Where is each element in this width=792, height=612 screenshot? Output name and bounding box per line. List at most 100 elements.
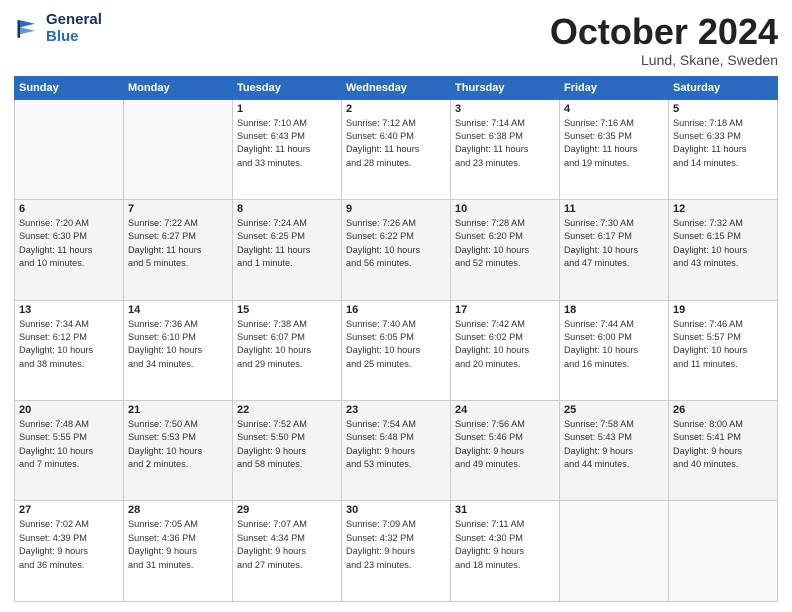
table-row: 25Sunrise: 7:58 AMSunset: 5:43 PMDayligh… xyxy=(560,401,669,501)
day-info: Sunrise: 7:44 AMSunset: 6:00 PMDaylight:… xyxy=(564,318,664,371)
logo-text: General Blue xyxy=(46,12,102,45)
calendar-week-0: 1Sunrise: 7:10 AMSunset: 6:43 PMDaylight… xyxy=(15,99,778,199)
calendar-week-3: 20 Sunrise: 7:48 AMSunset: 5:55 PMDayligh… xyxy=(15,401,778,501)
day-info: Sunrise: 7:34 AMSunset: 6:12 PMDaylight:… xyxy=(19,318,119,371)
day-number: 8 xyxy=(237,203,337,215)
table-row: 7Sunrise: 7:22 AMSunset: 6:27 PMDaylight… xyxy=(124,200,233,300)
table-row: 19 Sunrise: 7:46 AMSunset: 5:57 PMDayligh… xyxy=(669,300,778,400)
day-number: 19 xyxy=(673,304,773,316)
day-info: Sunrise: 7:10 AMSunset: 6:43 PMDaylight:… xyxy=(237,117,337,170)
day-info: Sunrise: 7:52 AMSunset: 5:50 PMDaylight:… xyxy=(237,418,337,471)
day-info: Sunrise: 7:32 AMSunset: 6:15 PMDaylight:… xyxy=(673,217,773,270)
table-row: 18 Sunrise: 7:44 AMSunset: 6:00 PMDayligh… xyxy=(560,300,669,400)
day-number: 30 xyxy=(346,504,446,516)
day-info: Sunrise: 7:20 AMSunset: 6:30 PMDaylight:… xyxy=(19,217,119,270)
day-number: 6 xyxy=(19,203,119,215)
day-info: Sunrise: 7:02 AMSunset: 4:39 PMDaylight:… xyxy=(19,518,119,571)
day-info: Sunrise: 7:11 AMSunset: 4:30 PMDaylight:… xyxy=(455,518,555,571)
table-row: 27 Sunrise: 7:02 AMSunset: 4:39 PMDayligh… xyxy=(15,501,124,602)
day-number: 11 xyxy=(564,203,664,215)
day-info: Sunrise: 7:26 AMSunset: 6:22 PMDaylight:… xyxy=(346,217,446,270)
table-row: 8 Sunrise: 7:24 AMSunset: 6:25 PMDaylight… xyxy=(233,200,342,300)
table-row: 1Sunrise: 7:10 AMSunset: 6:43 PMDaylight… xyxy=(233,99,342,199)
day-info: Sunrise: 7:48 AMSunset: 5:55 PMDaylight:… xyxy=(19,418,119,471)
subtitle: Lund, Skane, Sweden xyxy=(550,52,778,68)
day-info: Sunrise: 7:42 AMSunset: 6:02 PMDaylight:… xyxy=(455,318,555,371)
day-number: 20 xyxy=(19,404,119,416)
day-info: Sunrise: 7:22 AMSunset: 6:27 PMDaylight:… xyxy=(128,217,228,270)
calendar-week-1: 6 Sunrise: 7:20 AMSunset: 6:30 PMDaylight… xyxy=(15,200,778,300)
day-info: Sunrise: 7:38 AMSunset: 6:07 PMDaylight:… xyxy=(237,318,337,371)
table-row: 14Sunrise: 7:36 AMSunset: 6:10 PMDayligh… xyxy=(124,300,233,400)
day-info: Sunrise: 7:30 AMSunset: 6:17 PMDaylight:… xyxy=(564,217,664,270)
day-number: 5 xyxy=(673,103,773,115)
day-info: Sunrise: 7:16 AMSunset: 6:35 PMDaylight:… xyxy=(564,117,664,170)
day-number: 10 xyxy=(455,203,555,215)
calendar-header-row: Sunday Monday Tuesday Wednesday Thursday… xyxy=(15,76,778,99)
header: General Blue October 2024 Lund, Skane, S… xyxy=(14,12,778,68)
table-row xyxy=(124,99,233,199)
day-number: 16 xyxy=(346,304,446,316)
day-number: 29 xyxy=(237,504,337,516)
day-info: Sunrise: 7:05 AMSunset: 4:36 PMDaylight:… xyxy=(128,518,228,571)
table-row xyxy=(560,501,669,602)
day-number: 18 xyxy=(564,304,664,316)
col-saturday: Saturday xyxy=(669,76,778,99)
day-info: Sunrise: 7:54 AMSunset: 5:48 PMDaylight:… xyxy=(346,418,446,471)
table-row: 21Sunrise: 7:50 AMSunset: 5:53 PMDayligh… xyxy=(124,401,233,501)
table-row xyxy=(15,99,124,199)
day-number: 23 xyxy=(346,404,446,416)
table-row: 16 Sunrise: 7:40 AMSunset: 6:05 PMDayligh… xyxy=(342,300,451,400)
table-row: 30 Sunrise: 7:09 AMSunset: 4:32 PMDayligh… xyxy=(342,501,451,602)
month-title: October 2024 xyxy=(550,12,778,52)
day-number: 25 xyxy=(564,404,664,416)
col-thursday: Thursday xyxy=(451,76,560,99)
day-number: 28 xyxy=(128,504,228,516)
day-info: Sunrise: 7:28 AMSunset: 6:20 PMDaylight:… xyxy=(455,217,555,270)
day-number: 9 xyxy=(346,203,446,215)
day-number: 21 xyxy=(128,404,228,416)
day-info: Sunrise: 7:24 AMSunset: 6:25 PMDaylight:… xyxy=(237,217,337,270)
table-row: 6 Sunrise: 7:20 AMSunset: 6:30 PMDaylight… xyxy=(15,200,124,300)
day-number: 24 xyxy=(455,404,555,416)
table-row: 31 Sunrise: 7:11 AMSunset: 4:30 PMDayligh… xyxy=(451,501,560,602)
table-row: 22Sunrise: 7:52 AMSunset: 5:50 PMDayligh… xyxy=(233,401,342,501)
day-info: Sunrise: 7:09 AMSunset: 4:32 PMDaylight:… xyxy=(346,518,446,571)
calendar-week-4: 27 Sunrise: 7:02 AMSunset: 4:39 PMDayligh… xyxy=(15,501,778,602)
day-info: Sunrise: 7:40 AMSunset: 6:05 PMDaylight:… xyxy=(346,318,446,371)
day-number: 3 xyxy=(455,103,555,115)
day-number: 2 xyxy=(346,103,446,115)
logo-icon xyxy=(14,15,42,43)
logo: General Blue xyxy=(14,12,102,45)
table-row: 15Sunrise: 7:38 AMSunset: 6:07 PMDayligh… xyxy=(233,300,342,400)
table-row: 12 Sunrise: 7:32 AMSunset: 6:15 PMDayligh… xyxy=(669,200,778,300)
day-number: 4 xyxy=(564,103,664,115)
day-info: Sunrise: 7:18 AMSunset: 6:33 PMDaylight:… xyxy=(673,117,773,170)
page: General Blue October 2024 Lund, Skane, S… xyxy=(0,0,792,612)
title-block: October 2024 Lund, Skane, Sweden xyxy=(550,12,778,68)
day-info: Sunrise: 7:12 AMSunset: 6:40 PMDaylight:… xyxy=(346,117,446,170)
day-info: Sunrise: 8:00 AMSunset: 5:41 PMDaylight:… xyxy=(673,418,773,471)
table-row: 29Sunrise: 7:07 AMSunset: 4:34 PMDayligh… xyxy=(233,501,342,602)
day-number: 31 xyxy=(455,504,555,516)
day-number: 27 xyxy=(19,504,119,516)
day-number: 13 xyxy=(19,304,119,316)
col-tuesday: Tuesday xyxy=(233,76,342,99)
table-row: 20 Sunrise: 7:48 AMSunset: 5:55 PMDayligh… xyxy=(15,401,124,501)
table-row: 24 Sunrise: 7:56 AMSunset: 5:46 PMDayligh… xyxy=(451,401,560,501)
table-row: 2 Sunrise: 7:12 AMSunset: 6:40 PMDaylight… xyxy=(342,99,451,199)
table-row xyxy=(669,501,778,602)
table-row: 11 Sunrise: 7:30 AMSunset: 6:17 PMDayligh… xyxy=(560,200,669,300)
day-number: 14 xyxy=(128,304,228,316)
col-monday: Monday xyxy=(124,76,233,99)
table-row: 9 Sunrise: 7:26 AMSunset: 6:22 PMDaylight… xyxy=(342,200,451,300)
day-number: 26 xyxy=(673,404,773,416)
table-row: 23 Sunrise: 7:54 AMSunset: 5:48 PMDayligh… xyxy=(342,401,451,501)
table-row: 17Sunrise: 7:42 AMSunset: 6:02 PMDayligh… xyxy=(451,300,560,400)
table-row: 10 Sunrise: 7:28 AMSunset: 6:20 PMDayligh… xyxy=(451,200,560,300)
table-row: 13 Sunrise: 7:34 AMSunset: 6:12 PMDayligh… xyxy=(15,300,124,400)
day-number: 12 xyxy=(673,203,773,215)
day-info: Sunrise: 7:56 AMSunset: 5:46 PMDaylight:… xyxy=(455,418,555,471)
day-info: Sunrise: 7:14 AMSunset: 6:38 PMDaylight:… xyxy=(455,117,555,170)
day-info: Sunrise: 7:46 AMSunset: 5:57 PMDaylight:… xyxy=(673,318,773,371)
